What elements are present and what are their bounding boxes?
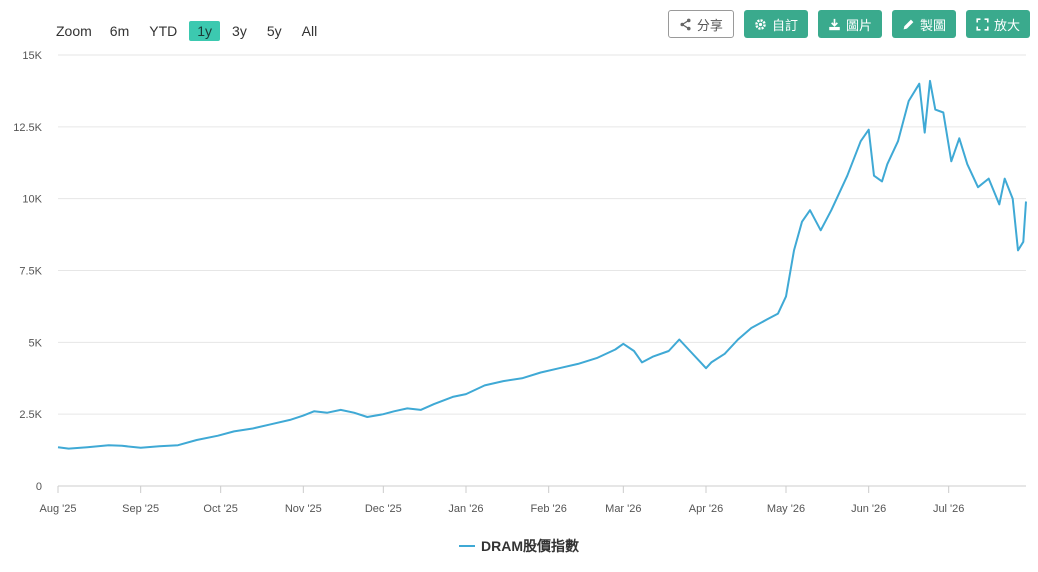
y-tick-label: 7.5K — [19, 266, 42, 278]
y-axis-ticks: 0 2.5K 5K 7.5K 10K 12.5K 15K — [13, 50, 42, 493]
y-tick-label: 12.5K — [13, 122, 42, 134]
y-tick-label: 5K — [29, 337, 43, 349]
x-tick-label: Aug '25 — [40, 503, 77, 515]
series-layer — [57, 79, 1027, 450]
x-tick-label: Oct '25 — [203, 503, 238, 515]
x-tick-label: Jan '26 — [448, 503, 483, 515]
legend-swatch — [459, 545, 475, 547]
series-line — [57, 79, 1027, 450]
x-tick-label: Mar '26 — [605, 503, 641, 515]
y-tick-label: 10K — [22, 194, 42, 206]
x-axis: Aug '25 Sep '25 Oct '25 Nov '25 Dec '25 Jan '… — [40, 486, 964, 515]
x-tick-label: Jun '26 — [851, 503, 886, 515]
x-tick-label: Sep '25 — [122, 503, 159, 515]
legend[interactable]: DRAM股價指數 — [0, 536, 1038, 556]
x-tick-label: Feb '26 — [530, 503, 566, 515]
x-tick-label: Jul '26 — [933, 503, 964, 515]
legend-label: DRAM股價指數 — [481, 538, 579, 554]
x-tick-label: May '26 — [767, 503, 805, 515]
y-tick-label: 0 — [36, 481, 42, 493]
x-tick-label: Dec '25 — [365, 503, 402, 515]
y-tick-label: 2.5K — [19, 409, 42, 421]
x-tick-label: Nov '25 — [285, 503, 322, 515]
x-tick-label: Apr '26 — [689, 503, 724, 515]
grid-lines — [58, 54, 1026, 487]
line-chart: 0 2.5K 5K 7.5K 10K 12.5K 15K Aug '25 Sep '25 Oct… — [13, 50, 1027, 515]
y-tick-label: 15K — [22, 50, 42, 62]
